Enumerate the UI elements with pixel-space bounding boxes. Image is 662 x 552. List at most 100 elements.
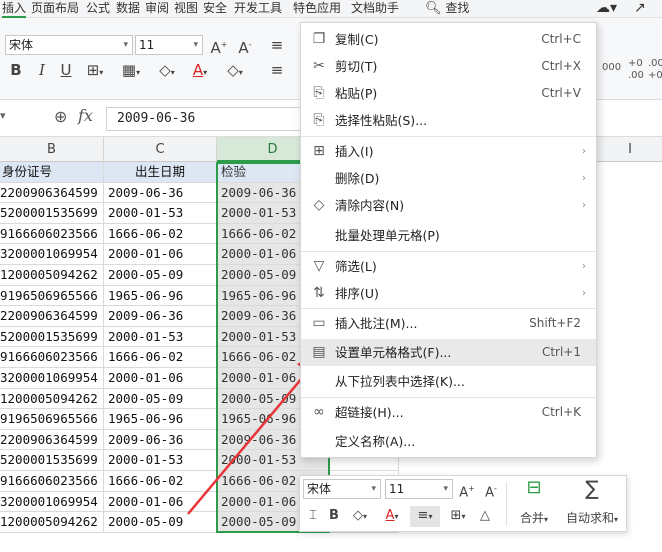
menu-item-batch-process[interactable]: 批量处理单元格(P) <box>301 222 596 249</box>
tab-review[interactable]: 审阅 <box>145 0 169 18</box>
id-number-cell[interactable]: 9166606023566 <box>0 347 104 368</box>
menu-item-delete[interactable]: 删除(D) › <box>301 165 596 192</box>
birth-date-cell[interactable]: 1666-06-02 <box>104 471 217 492</box>
thousands-format-icon[interactable]: 000 <box>602 62 621 74</box>
menu-item-insert-comment[interactable]: ▭ 插入批注(M)... Shift+F2 <box>301 310 596 337</box>
birth-date-cell[interactable]: 2009-06-36 <box>104 306 217 327</box>
id-number-cell[interactable]: 5200001535699 <box>0 203 104 224</box>
tab-doc-assistant[interactable]: 文档助手 <box>351 0 399 18</box>
zoom-icon[interactable]: ⊕ <box>54 107 67 126</box>
mini-align-icon[interactable]: ≡▾ <box>410 506 440 527</box>
mini-font-name-select[interactable]: 宋体 ▾ <box>303 479 381 499</box>
id-number-cell[interactable]: 2200906364599 <box>0 182 104 204</box>
align-top-icon[interactable]: ≡ <box>268 36 286 54</box>
eraser-icon[interactable]: ◇▾ <box>220 61 250 82</box>
share-icon[interactable]: ↗ <box>634 0 646 18</box>
menu-item-filter[interactable]: ▽ 筛选(L) › <box>301 253 596 280</box>
increase-font-icon[interactable]: A+ <box>210 36 228 57</box>
birth-date-cell[interactable]: 2000-05-09 <box>104 512 217 533</box>
formula-input[interactable]: 2009-06-36 <box>106 107 304 131</box>
mini-bold-button[interactable]: B <box>326 506 342 526</box>
search-button[interactable]: 🔍︎ 查找 <box>425 0 469 18</box>
birth-date-cell[interactable]: 1965-06-96 <box>104 285 217 307</box>
birth-date-cell[interactable]: 2009-06-36 <box>104 182 217 204</box>
mini-eraser-icon[interactable]: △ <box>476 506 494 526</box>
id-number-cell[interactable]: 9196506965566 <box>0 409 104 430</box>
increase-decimal-icon[interactable]: +0.00 <box>628 58 644 82</box>
id-number-cell[interactable]: 3200001069954 <box>0 244 104 265</box>
menu-item-paste-special[interactable]: ⎘ 选择性粘贴(S)... <box>301 107 596 134</box>
birth-date-cell[interactable]: 2000-01-53 <box>104 326 217 348</box>
merge-icon[interactable]: ⊟ <box>514 478 554 498</box>
column-header-i[interactable]: I <box>598 137 662 162</box>
id-number-cell[interactable]: 2200906364599 <box>0 306 104 327</box>
menu-item-cut[interactable]: ✂ 剪切(T) Ctrl+X <box>301 53 596 80</box>
autosum-icon[interactable]: ∑ <box>572 478 612 498</box>
birth-date-cell[interactable]: 1666-06-02 <box>104 223 217 245</box>
fx-icon[interactable]: fx <box>78 106 93 125</box>
birth-date-cell[interactable]: 2000-01-53 <box>104 203 217 224</box>
birth-date-cell[interactable]: 2000-01-06 <box>104 244 217 265</box>
mini-font-size-select[interactable]: 11 ▾ <box>385 479 453 499</box>
tab-insert[interactable]: 插入 <box>2 0 27 18</box>
menu-item-format-cells[interactable]: ▤ 设置单元格格式(F)... Ctrl+1 <box>301 339 596 366</box>
decrease-font-icon[interactable]: A- <box>236 36 254 57</box>
format-painter-icon[interactable]: ⌶ <box>304 506 322 526</box>
mini-borders-icon[interactable]: ⊞▾ <box>444 506 472 527</box>
id-number-cell[interactable]: 3200001069954 <box>0 491 104 513</box>
tab-formula[interactable]: 公式 <box>86 0 110 18</box>
menu-item-pick-from-list[interactable]: 从下拉列表中选择(K)... <box>301 368 596 395</box>
birth-date-cell[interactable]: 2000-05-09 <box>104 388 217 410</box>
cell-style-icon[interactable]: ▦▾ <box>116 61 146 82</box>
birth-date-cell[interactable]: 2000-01-06 <box>104 491 217 513</box>
font-color-icon[interactable]: A▾ <box>186 61 214 82</box>
birth-date-cell[interactable]: 2000-01-53 <box>104 450 217 471</box>
tab-view[interactable]: 视图 <box>174 0 198 18</box>
menu-item-clear-contents[interactable]: ◇ 清除内容(N) › <box>301 192 596 219</box>
underline-button[interactable]: U <box>58 61 74 79</box>
font-name-select[interactable]: 宋体 ▾ <box>5 35 133 55</box>
menu-item-copy[interactable]: ❐ 复制(C) Ctrl+C <box>301 26 596 53</box>
birth-date-cell[interactable]: 1666-06-02 <box>104 347 217 368</box>
id-number-cell[interactable]: 9166606023566 <box>0 471 104 492</box>
menu-item-sort[interactable]: ⇅ 排序(U) › <box>301 280 596 307</box>
id-number-cell[interactable]: 1200005094262 <box>0 388 104 410</box>
header-cell-birth-date[interactable]: 出生日期 <box>104 162 217 183</box>
menu-item-insert[interactable]: ⊞ 插入(I) › <box>301 138 596 165</box>
id-number-cell[interactable]: 5200001535699 <box>0 450 104 471</box>
birth-date-cell[interactable]: 2000-01-06 <box>104 368 217 389</box>
bold-button[interactable]: B <box>8 61 24 79</box>
id-number-cell[interactable]: 5200001535699 <box>0 326 104 348</box>
fill-color-icon[interactable]: ◇▾ <box>152 61 182 82</box>
menu-item-define-name[interactable]: 定义名称(A)... <box>301 428 596 455</box>
tab-page-layout[interactable]: 页面布局 <box>31 0 79 18</box>
font-size-select[interactable]: 11 ▾ <box>135 35 203 55</box>
id-number-cell[interactable]: 3200001069954 <box>0 368 104 389</box>
tab-developer[interactable]: 开发工具 <box>234 0 282 18</box>
id-number-cell[interactable]: 9166606023566 <box>0 223 104 245</box>
menu-item-paste[interactable]: ⎘ 粘贴(P) Ctrl+V <box>301 80 596 107</box>
increase-font-icon[interactable]: A+ <box>458 479 476 503</box>
tab-special-apps[interactable]: 特色应用 <box>293 0 341 18</box>
italic-button[interactable]: I <box>34 61 50 79</box>
autosum-button[interactable]: 自动求和▾ <box>557 508 627 530</box>
merge-button[interactable]: 合并▾ <box>508 508 560 530</box>
column-header-c[interactable]: C <box>104 137 217 162</box>
borders-icon[interactable]: ⊞▾ <box>82 61 108 82</box>
birth-date-cell[interactable]: 2000-05-09 <box>104 265 217 286</box>
menu-item-hyperlink[interactable]: ∞ 超链接(H)... Ctrl+K <box>301 399 596 426</box>
birth-date-cell[interactable]: 1965-06-96 <box>104 409 217 430</box>
tab-security[interactable]: 安全 <box>203 0 227 18</box>
mini-font-color-icon[interactable]: A▾ <box>378 506 406 527</box>
column-header-b[interactable]: B <box>0 137 104 162</box>
id-number-cell[interactable]: 1200005094262 <box>0 265 104 286</box>
birth-date-cell[interactable]: 2009-06-36 <box>104 429 217 451</box>
decrease-font-icon[interactable]: A- <box>482 479 500 503</box>
align-left-icon[interactable]: ≡ <box>268 61 286 79</box>
tab-data[interactable]: 数据 <box>116 0 140 18</box>
header-cell-id-number[interactable]: 身份证号 <box>0 162 104 183</box>
id-number-cell[interactable]: 2200906364599 <box>0 429 104 451</box>
id-number-cell[interactable]: 9196506965566 <box>0 285 104 307</box>
id-number-cell[interactable]: 1200005094262 <box>0 512 104 533</box>
decrease-decimal-icon[interactable]: .00 +0 <box>648 58 662 82</box>
